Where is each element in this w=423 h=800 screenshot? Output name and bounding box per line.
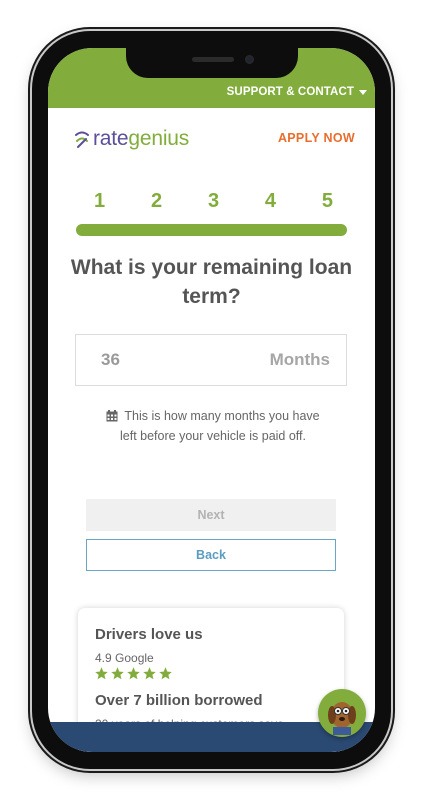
calendar-icon <box>106 410 118 422</box>
support-contact-link[interactable]: SUPPORT & CONTACT <box>227 86 367 98</box>
next-button[interactable]: Next <box>86 499 336 531</box>
progress-bar <box>76 224 347 236</box>
phone-frame: SUPPORT & CONTACT rate genius APPLY NOW … <box>32 31 391 769</box>
speaker-grille <box>192 57 234 62</box>
loan-term-field[interactable]: Months <box>75 334 347 386</box>
chat-mascot-button[interactable] <box>318 689 366 737</box>
step-indicator: 1 2 3 4 5 <box>76 190 347 213</box>
logo-mark-icon <box>75 131 89 148</box>
loan-term-input[interactable] <box>101 350 161 370</box>
rategenius-logo[interactable]: rate genius <box>74 126 189 152</box>
loan-term-hint: This is how many months you have left be… <box>100 406 326 446</box>
step-3: 3 <box>207 190 220 212</box>
apply-now-link[interactable]: APPLY NOW <box>278 131 355 145</box>
step-5: 5 <box>321 190 333 212</box>
google-rating: 4.9 Google <box>95 651 154 665</box>
star-rating <box>94 666 173 681</box>
reviews-title: Drivers love us <box>95 626 203 643</box>
star-icon <box>95 667 108 680</box>
question-heading: What is your remaining loan term? <box>70 256 353 308</box>
logo-text-genius: genius <box>128 127 190 150</box>
dog-mascot-icon <box>328 702 356 735</box>
support-contact-label: SUPPORT & CONTACT <box>226 86 354 98</box>
star-icon <box>159 667 172 680</box>
star-icon <box>111 667 124 680</box>
step-1: 1 <box>94 190 106 212</box>
step-2: 2 <box>150 190 163 212</box>
phone-notch <box>126 48 298 78</box>
power-button <box>391 222 394 304</box>
back-button[interactable]: Back <box>86 539 336 571</box>
camera-icon <box>245 55 254 64</box>
star-icon <box>143 667 156 680</box>
step-4: 4 <box>264 190 277 212</box>
borrowed-title: Over 7 billion borrowed <box>95 692 263 709</box>
phone-screen: SUPPORT & CONTACT rate genius APPLY NOW … <box>48 48 375 752</box>
chevron-down-icon <box>359 90 367 95</box>
loan-term-unit: Months <box>269 350 330 369</box>
star-icon <box>127 667 140 680</box>
logo-text-rate: rate <box>93 127 129 150</box>
hint-text: This is how many months you have left be… <box>120 409 320 443</box>
